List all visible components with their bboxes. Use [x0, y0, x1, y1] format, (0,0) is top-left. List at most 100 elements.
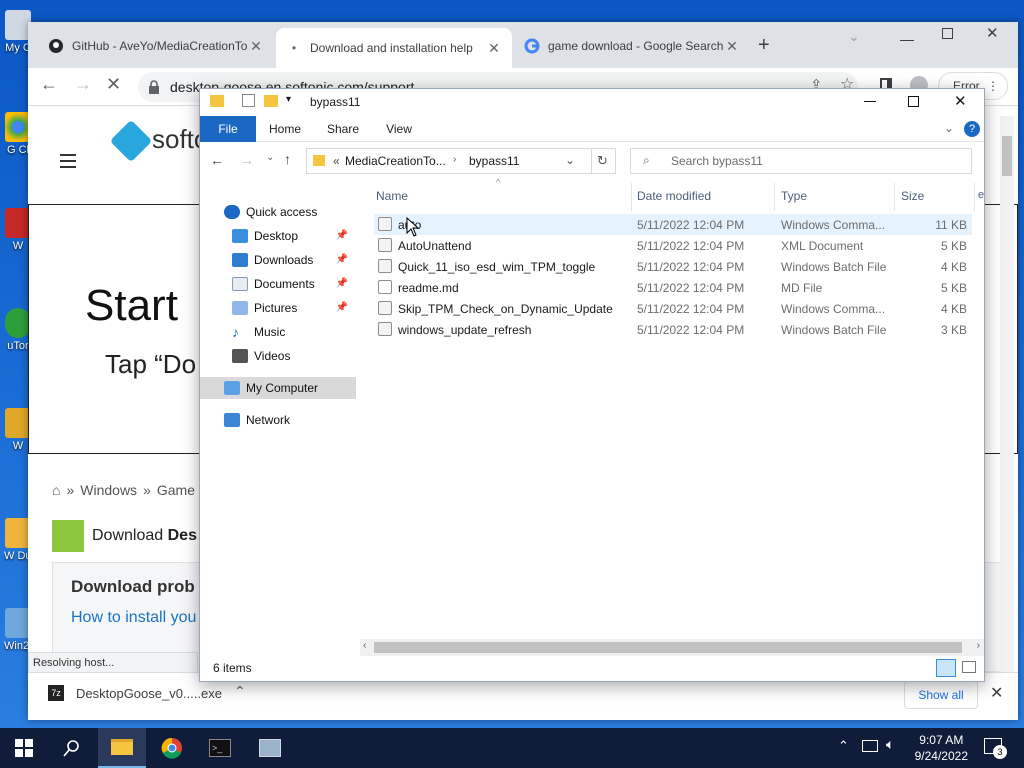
pin-icon[interactable]: 📌 [336, 230, 348, 241]
taskbar-file-explorer[interactable] [98, 728, 146, 768]
new-tab-icon[interactable]: + [758, 34, 770, 57]
show-all-button[interactable]: Show all [904, 681, 978, 709]
taskbar-app[interactable] [246, 728, 294, 768]
properties-icon[interactable] [242, 94, 255, 107]
large-icons-view-icon[interactable] [962, 661, 976, 673]
file-row[interactable]: AutoUnattend 5/11/2022 12:04 PM XML Docu… [374, 235, 972, 256]
file-row[interactable]: auto 5/11/2022 12:04 PM Windows Comma...… [374, 214, 972, 235]
column-header-type[interactable]: Type [781, 189, 807, 203]
nav-desktop[interactable]: Desktop 📌 [200, 225, 356, 247]
nav-downloads[interactable]: Downloads 📌 [200, 249, 356, 271]
ribbon-expand-icon[interactable]: ⌄ [944, 121, 954, 135]
nav-pictures[interactable]: Pictures 📌 [200, 297, 356, 319]
scrollbar-thumb[interactable] [374, 642, 962, 653]
minimize-icon[interactable] [864, 101, 876, 102]
show-hidden-icons-icon[interactable]: ⌃ [838, 738, 849, 754]
batch-file-icon [378, 322, 392, 336]
pin-icon[interactable]: 📌 [336, 278, 348, 289]
recent-locations-icon[interactable]: ⌄ [266, 152, 274, 163]
pin-icon[interactable]: 📌 [336, 254, 348, 265]
back-icon[interactable]: ← [210, 152, 224, 168]
nav-quick-access[interactable]: Quick access [200, 201, 356, 223]
chevron-down-icon[interactable]: ⌄ [565, 153, 575, 167]
close-window-icon[interactable]: ✕ [986, 24, 999, 42]
page-scrollbar[interactable] [1000, 116, 1014, 676]
breadcrumb-segment[interactable]: MediaCreationTo... [345, 154, 446, 168]
notifications-icon[interactable]: 3 [984, 738, 1007, 759]
maximize-icon[interactable] [908, 96, 919, 107]
close-download-shelf-icon[interactable]: ✕ [990, 683, 1003, 703]
column-header-date[interactable]: Date modified [637, 189, 711, 203]
batch-file-icon [378, 259, 392, 273]
nav-videos[interactable]: Videos [200, 345, 356, 367]
refresh-icon[interactable]: ↻ [597, 153, 608, 169]
home-icon[interactable]: ⌂ [52, 482, 60, 498]
google-icon [524, 38, 540, 54]
up-icon[interactable]: ↑ [284, 151, 291, 167]
file-row[interactable]: windows_update_refresh 5/11/2022 12:04 P… [374, 319, 972, 340]
close-tab-icon[interactable]: ✕ [724, 38, 740, 55]
search-button[interactable] [48, 728, 96, 768]
tab-github[interactable]: GitHub - AveYo/MediaCreationTo ✕ [38, 30, 274, 62]
hamburger-menu-icon[interactable] [60, 154, 76, 168]
tab-search-icon[interactable]: ⌄ [848, 28, 860, 45]
download-file-name[interactable]: DesktopGoose_v0.....exe [76, 686, 222, 701]
close-tab-icon[interactable]: ✕ [248, 38, 264, 55]
scroll-left-icon[interactable]: ‹ [363, 640, 366, 651]
file-row[interactable]: Quick_11_iso_esd_wim_TPM_toggle 5/11/202… [374, 256, 972, 277]
navigation-pane: Quick access Desktop 📌 Downloads 📌 Documen… [200, 181, 358, 651]
start-button[interactable] [0, 728, 48, 768]
new-folder-icon[interactable] [264, 95, 278, 107]
scroll-right-icon[interactable]: › [977, 640, 980, 651]
ribbon-tab-view[interactable]: View [374, 116, 424, 142]
address-bar[interactable]: « MediaCreationTo... › bypass11 ⌄ ↻ [306, 148, 616, 174]
network-icon [224, 413, 240, 427]
network-status-icon[interactable] [862, 740, 878, 752]
help-icon[interactable]: ? [964, 121, 980, 137]
breadcrumb-segment[interactable]: bypass11 [469, 154, 519, 168]
maximize-icon[interactable] [942, 28, 953, 39]
system-clock[interactable]: 9:07 AM 9/24/2022 [915, 732, 968, 764]
menu-dots-icon: ⋮ [987, 79, 999, 93]
horizontal-scrollbar[interactable]: ‹ › [360, 639, 984, 656]
close-window-icon[interactable]: ✕ [954, 92, 967, 110]
xml-file-icon [378, 238, 392, 252]
taskbar-chrome[interactable] [148, 728, 196, 768]
explorer-ribbon: File Home Share View ⌄ ? [200, 116, 984, 142]
download-heading: Download Des [92, 527, 197, 544]
chevron-up-icon[interactable]: ⌃ [234, 683, 246, 700]
install-help-link[interactable]: How to install you [71, 609, 196, 627]
file-row[interactable]: Skip_TPM_Check_on_Dynamic_Update 5/11/20… [374, 298, 972, 319]
tab-google-search[interactable]: game download - Google Search ✕ [514, 30, 750, 62]
file-row[interactable]: readme.md 5/11/2022 12:04 PM MD File 5 K… [374, 277, 972, 298]
forward-icon[interactable]: → [74, 74, 92, 95]
taskbar-terminal[interactable]: >_ [196, 728, 244, 768]
column-header-extra[interactable]: ent [978, 189, 984, 201]
pin-icon[interactable]: 📌 [336, 302, 348, 313]
forward-icon[interactable]: → [240, 152, 254, 168]
ribbon-tab-file[interactable]: File [200, 116, 256, 142]
minimize-icon[interactable] [900, 40, 914, 41]
volume-icon[interactable]: 🔈︎ [886, 736, 894, 753]
file-list: ^ Name Date modified Type Size ent auto … [360, 177, 984, 641]
nav-my-computer[interactable]: My Computer [200, 377, 356, 399]
column-header-size[interactable]: Size [901, 189, 924, 203]
search-input[interactable]: ⌕ Search bypass11 [630, 148, 972, 174]
ribbon-tab-share[interactable]: Share [318, 116, 368, 142]
hero-title: Start [85, 281, 178, 330]
lock-icon [149, 80, 159, 94]
column-header-name[interactable]: Name [376, 189, 408, 203]
download-arrow-icon [232, 253, 248, 267]
stop-loading-icon[interactable]: ✕ [106, 74, 121, 95]
nav-documents[interactable]: Documents 📌 [200, 273, 356, 295]
ribbon-tab-home[interactable]: Home [260, 116, 310, 142]
nav-network[interactable]: Network [200, 409, 356, 431]
folder-icon [111, 739, 133, 755]
quick-access-dropdown-icon[interactable]: ▾ [286, 94, 291, 105]
problems-title: Download prob [71, 577, 195, 596]
details-view-icon[interactable] [936, 659, 956, 677]
back-icon[interactable]: ← [40, 74, 58, 95]
tab-download-help[interactable]: • Download and installation help ✕ [276, 28, 512, 68]
nav-music[interactable]: ♪ Music [200, 321, 356, 343]
close-tab-icon[interactable]: ✕ [486, 40, 502, 57]
